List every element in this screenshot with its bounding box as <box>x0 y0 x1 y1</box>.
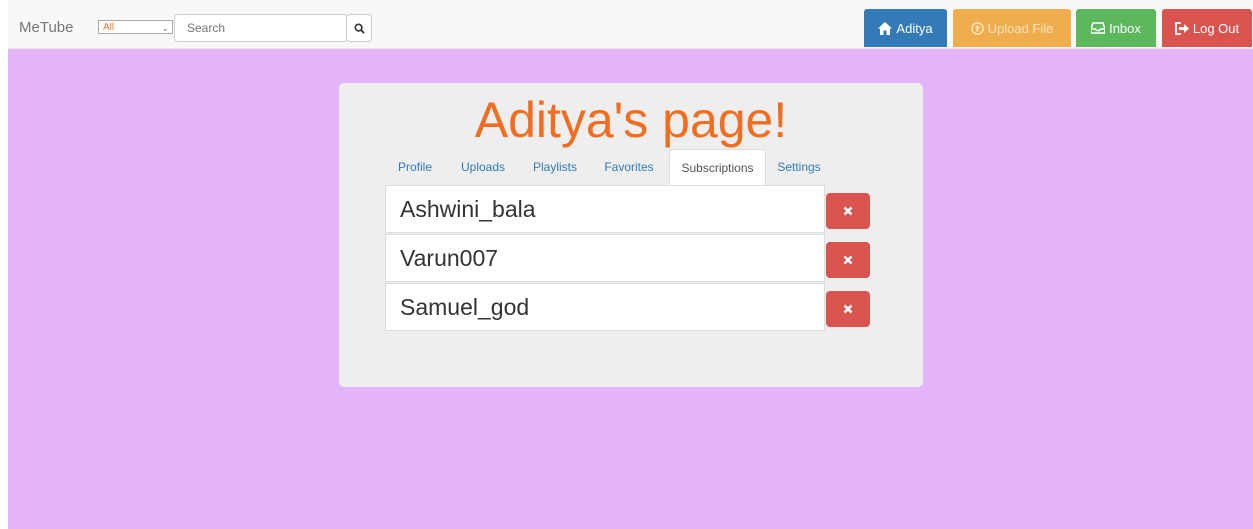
remove-subscription-button[interactable] <box>826 291 870 327</box>
main-content: Aditya's page! Profile Uploads Playlists… <box>8 49 1253 529</box>
home-label: Aditya <box>896 20 933 36</box>
list-item: Varun007 <box>385 234 871 282</box>
inbox-button[interactable]: Inbox <box>1076 9 1156 47</box>
filter-selected-value: All <box>103 22 115 33</box>
log-out-button[interactable]: Log Out <box>1162 9 1252 47</box>
upload-label: Upload File <box>987 20 1054 36</box>
home-icon <box>878 21 893 35</box>
search-button[interactable] <box>346 14 372 42</box>
tab-uploads[interactable]: Uploads <box>447 149 519 185</box>
remove-subscription-button[interactable] <box>826 242 870 278</box>
search-icon <box>353 22 365 34</box>
brand-logo[interactable]: MeTube <box>19 19 73 36</box>
subscription-name[interactable]: Samuel_god <box>385 283 825 331</box>
inbox-icon <box>1091 22 1106 34</box>
page: MeTube All ⌄ Aditya Upload File <box>0 0 1253 529</box>
filter-select[interactable]: All ⌄ <box>98 20 173 34</box>
tab-profile[interactable]: Profile <box>387 149 443 185</box>
search-input[interactable] <box>174 14 348 42</box>
close-icon <box>843 255 853 265</box>
log-out-icon <box>1174 21 1189 35</box>
profile-card: Aditya's page! Profile Uploads Playlists… <box>339 83 923 387</box>
list-item: Ashwini_bala <box>385 185 871 233</box>
upload-file-button[interactable]: Upload File <box>953 9 1071 47</box>
log-out-label: Log Out <box>1192 20 1240 36</box>
remove-subscription-button[interactable] <box>826 193 870 229</box>
list-item: Samuel_god <box>385 283 871 331</box>
tab-playlists[interactable]: Playlists <box>519 149 591 185</box>
tab-settings[interactable]: Settings <box>769 149 829 185</box>
page-title: Aditya's page! <box>474 92 788 148</box>
close-icon <box>843 304 853 314</box>
tab-subscriptions[interactable]: Subscriptions <box>669 149 766 185</box>
subscription-name[interactable]: Ashwini_bala <box>385 185 825 233</box>
top-navbar: MeTube All ⌄ Aditya Upload File <box>8 0 1253 49</box>
upload-icon <box>970 21 984 35</box>
tab-favorites[interactable]: Favorites <box>595 149 663 185</box>
chevron-down-icon: ⌄ <box>161 23 169 33</box>
close-icon <box>843 206 853 216</box>
inbox-label: Inbox <box>1109 20 1141 36</box>
home-button[interactable]: Aditya <box>864 9 947 47</box>
subscription-name[interactable]: Varun007 <box>385 234 825 282</box>
